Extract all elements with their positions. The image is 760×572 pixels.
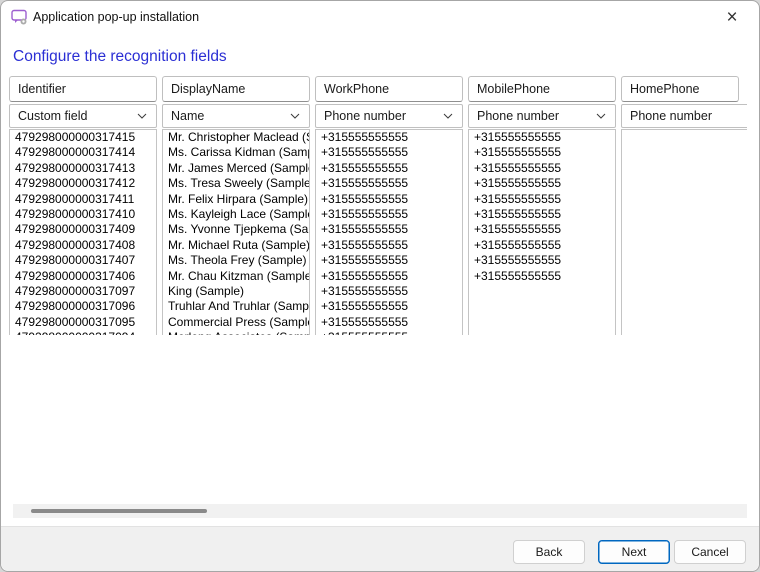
list-item[interactable]: Commercial Press (Sample)	[163, 315, 309, 330]
chevron-down-icon	[443, 113, 453, 119]
list-item[interactable]: King (Sample)	[163, 284, 309, 299]
chevron-down-icon	[596, 113, 606, 119]
field-name-input-displayname[interactable]: DisplayName	[162, 76, 310, 102]
cancel-button[interactable]: Cancel	[674, 540, 746, 564]
list-item[interactable]: 479298000000317412	[10, 176, 156, 191]
list-item[interactable]: +315555555555	[316, 299, 462, 314]
back-button[interactable]: Back	[513, 540, 585, 564]
field-name-input-workphone[interactable]: WorkPhone	[315, 76, 463, 102]
list-item[interactable]: +315555555555	[469, 238, 615, 253]
list-item[interactable]: +315555555555	[469, 269, 615, 284]
list-item[interactable]: 479298000000317413	[10, 161, 156, 176]
list-item[interactable]: 479298000000317096	[10, 299, 156, 314]
list-item[interactable]: Ms. Kayleigh Lace (Sample)	[163, 207, 309, 222]
list-item[interactable]: +315555555555	[316, 161, 462, 176]
dialog-window: Application pop-up installation × Config…	[0, 0, 760, 572]
mapping-selected-value: Name	[171, 109, 204, 123]
list-item[interactable]: 479298000000317411	[10, 192, 156, 207]
mapping-select-workphone[interactable]: Phone number	[315, 104, 463, 128]
list-item[interactable]: +315555555555	[316, 176, 462, 191]
list-item[interactable]: +315555555555	[316, 269, 462, 284]
horizontal-scrollbar[interactable]	[13, 504, 747, 518]
next-button[interactable]: Next	[598, 540, 670, 564]
list-item[interactable]: +315555555555	[316, 145, 462, 160]
mapping-selected-value: Custom field	[18, 109, 87, 123]
close-icon[interactable]: ×	[715, 4, 749, 32]
chevron-down-icon	[137, 113, 147, 119]
list-item[interactable]: +315555555555	[316, 253, 462, 268]
footer-bar: Back Next Cancel	[1, 526, 759, 571]
list-item[interactable]: Mr. Chau Kitzman (Sample)	[163, 269, 309, 284]
list-item[interactable]: +315555555555	[469, 192, 615, 207]
list-item[interactable]: +315555555555	[316, 222, 462, 237]
mapping-selected-value: Phone number	[630, 109, 712, 123]
list-item[interactable]: +315555555555	[469, 161, 615, 176]
list-item[interactable]: +315555555555	[316, 238, 462, 253]
list-item[interactable]: 479298000000317097	[10, 284, 156, 299]
values-list-identifier[interactable]: 4792980000003174154792980000003174144792…	[9, 129, 157, 335]
field-column-homephone: HomePhone Phone number	[621, 76, 747, 335]
list-item[interactable]: Mr. James Merced (Sample)	[163, 161, 309, 176]
list-item[interactable]: 479298000000317095	[10, 315, 156, 330]
title-bar: Application pop-up installation ×	[1, 1, 759, 35]
list-item[interactable]: +315555555555	[316, 284, 462, 299]
mapping-selected-value: Phone number	[324, 109, 406, 123]
list-item[interactable]: Truhlar And Truhlar (Sample)	[163, 299, 309, 314]
mapping-selected-value: Phone number	[477, 109, 559, 123]
list-item[interactable]: 479298000000317407	[10, 253, 156, 268]
list-item[interactable]: 479298000000317408	[10, 238, 156, 253]
field-name-input-homephone[interactable]: HomePhone	[621, 76, 739, 102]
mapping-select-mobilephone[interactable]: Phone number	[468, 104, 616, 128]
values-list-homephone[interactable]	[621, 129, 747, 335]
list-item[interactable]: Mr. Felix Hirpara (Sample)	[163, 192, 309, 207]
list-item[interactable]: 479298000000317094	[10, 330, 156, 335]
list-item[interactable]: +315555555555	[316, 207, 462, 222]
list-item[interactable]: +315555555555	[316, 192, 462, 207]
list-item[interactable]: 479298000000317410	[10, 207, 156, 222]
list-item[interactable]: Ms. Yvonne Tjepkema (Sample)	[163, 222, 309, 237]
recognition-columns: Identifier Custom field 479298000000317415…	[9, 76, 747, 335]
list-item[interactable]: 479298000000317409	[10, 222, 156, 237]
field-column-workphone: WorkPhonePhone number+315555555555+31555…	[315, 76, 463, 335]
list-item[interactable]: 479298000000317406	[10, 269, 156, 284]
list-item[interactable]: +315555555555	[316, 315, 462, 330]
list-item[interactable]: Morlong Associates (Sample)	[163, 330, 309, 335]
list-item[interactable]: Ms. Tresa Sweely (Sample)	[163, 176, 309, 191]
list-item[interactable]: Mr. Christopher Maclead (Sample)	[163, 130, 309, 145]
values-list-workphone[interactable]: +315555555555+315555555555+315555555555+…	[315, 129, 463, 335]
values-list-mobilephone[interactable]: +315555555555+315555555555+315555555555+…	[468, 129, 616, 335]
list-item[interactable]: +315555555555	[469, 222, 615, 237]
chevron-down-icon	[290, 113, 300, 119]
list-item[interactable]: +315555555555	[316, 130, 462, 145]
list-item[interactable]: +315555555555	[469, 130, 615, 145]
list-item[interactable]: Mr. Michael Ruta (Sample)	[163, 238, 309, 253]
list-item[interactable]: 479298000000317415	[10, 130, 156, 145]
field-name-input-mobilephone[interactable]: MobilePhone	[468, 76, 616, 102]
mapping-select-identifier[interactable]: Custom field	[9, 104, 157, 128]
list-item[interactable]: Ms. Theola Frey (Sample)	[163, 253, 309, 268]
list-item[interactable]: Ms. Carissa Kidman (Sample)	[163, 145, 309, 160]
list-item[interactable]: +315555555555	[469, 253, 615, 268]
page-title: Configure the recognition fields	[13, 48, 227, 66]
window-title: Application pop-up installation	[33, 10, 199, 24]
field-column-mobilephone: MobilePhonePhone number+315555555555+315…	[468, 76, 616, 335]
list-item[interactable]: +315555555555	[469, 176, 615, 191]
list-item[interactable]: 479298000000317414	[10, 145, 156, 160]
list-item[interactable]: +315555555555	[469, 145, 615, 160]
list-item[interactable]: +315555555555	[469, 207, 615, 222]
app-chat-bubble-icon	[11, 9, 28, 26]
values-list-displayname[interactable]: Mr. Christopher Maclead (Sample)Ms. Cari…	[162, 129, 310, 335]
field-column-displayname: DisplayName Name Mr. Christopher Maclead (…	[162, 76, 310, 335]
field-name-input-identifier[interactable]: Identifier	[9, 76, 157, 102]
mapping-select-displayname[interactable]: Name	[162, 104, 310, 128]
mapping-select-homephone[interactable]: Phone number	[621, 104, 747, 128]
list-item[interactable]: +315555555555	[316, 330, 462, 335]
horizontal-scrollbar-thumb[interactable]	[31, 509, 207, 513]
field-column-identifier: Identifier Custom field 479298000000317415…	[9, 76, 157, 335]
